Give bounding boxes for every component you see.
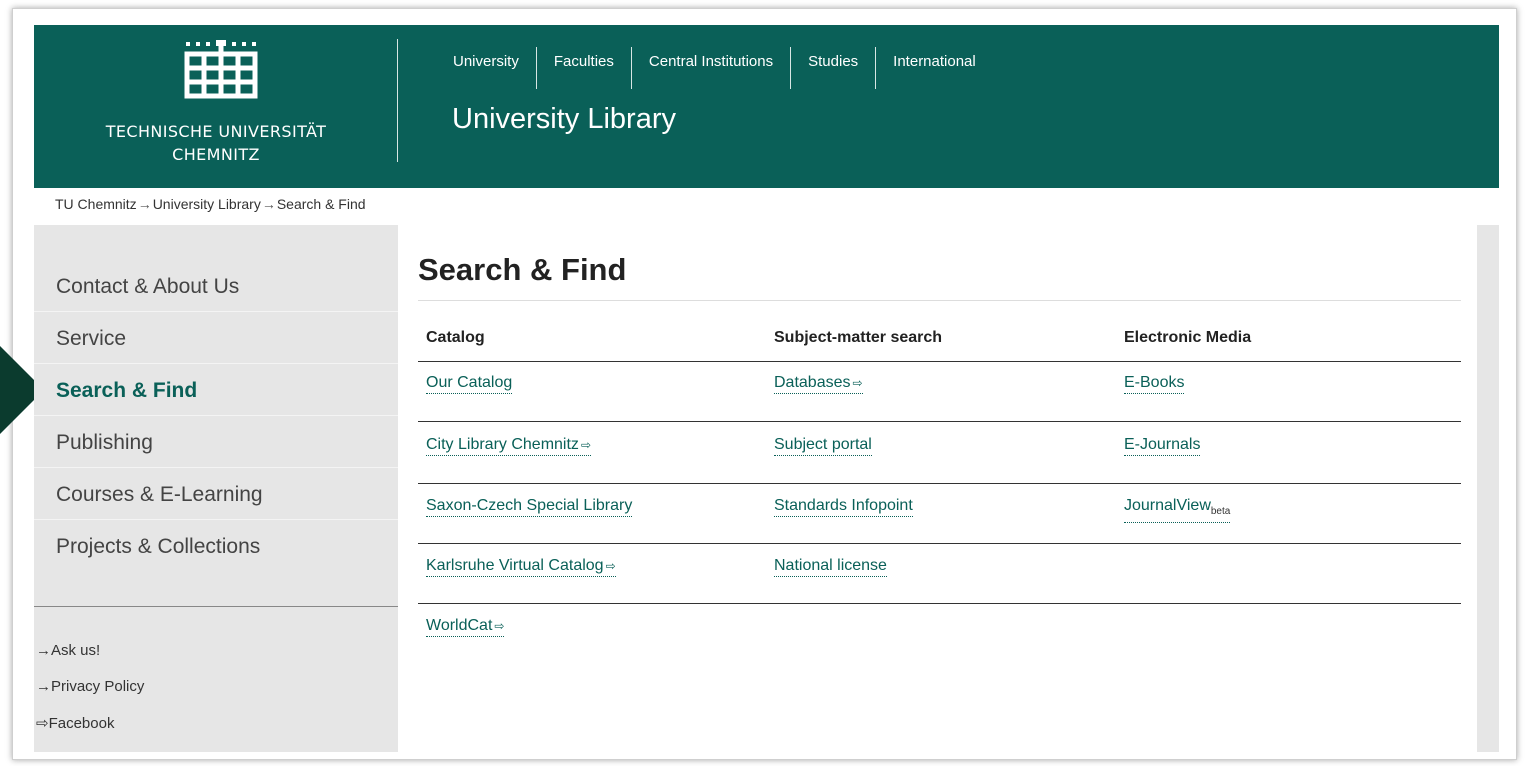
site-header: TECHNISCHE UNIVERSITÄT CHEMNITZ Universi…: [34, 25, 1499, 188]
breadcrumb: TU Chemnitz→University Library→Search & …: [55, 196, 366, 212]
link-label: Karlsruhe Virtual Catalog: [426, 557, 604, 574]
link-label: Saxon-Czech Special Library: [426, 497, 633, 514]
link-karlsruhe-virtual-catalog[interactable]: Karlsruhe Virtual Catalog ⇨: [426, 556, 616, 577]
link-label: JournalView: [1124, 497, 1211, 514]
link-worldcat[interactable]: WorldCat ⇨: [426, 616, 505, 637]
facebook-label: Facebook: [48, 715, 115, 732]
ask-us-link[interactable]: →Ask us!: [36, 642, 100, 659]
privacy-policy-label: Privacy Policy: [51, 678, 145, 695]
university-name-line1: TECHNISCHE UNIVERSITÄT: [105, 122, 327, 141]
link-e-books[interactable]: E-Books: [1124, 373, 1185, 394]
link-our-catalog[interactable]: Our Catalog: [426, 373, 513, 394]
column-header-subject-search: Subject-matter search: [774, 329, 943, 346]
site-title[interactable]: University Library: [452, 103, 676, 136]
link-label: E-Books: [1124, 374, 1185, 391]
arrow-right-icon: →: [36, 642, 51, 659]
sidebar-item-search-find[interactable]: Search & Find: [34, 365, 398, 416]
link-city-library-chemnitz[interactable]: City Library Chemnitz ⇨: [426, 435, 591, 456]
university-name: TECHNISCHE UNIVERSITÄT CHEMNITZ: [34, 120, 398, 166]
page-title: Search & Find: [418, 252, 627, 287]
external-link-icon: ⇨: [36, 715, 49, 732]
breadcrumb-tu-chemnitz[interactable]: TU Chemnitz: [55, 196, 137, 212]
nav-studies[interactable]: Studies: [791, 47, 877, 89]
nav-international[interactable]: International: [876, 47, 993, 89]
link-national-license[interactable]: National license: [774, 556, 887, 577]
breadcrumb-current: Search & Find: [276, 196, 366, 212]
link-label: City Library Chemnitz: [426, 436, 579, 453]
column-header-catalog: Catalog: [426, 329, 485, 346]
link-label: Subject portal: [774, 436, 872, 453]
scrollbar-track[interactable]: [1477, 225, 1499, 752]
sidebar-divider: [34, 606, 398, 607]
breadcrumb-separator: →: [137, 196, 152, 212]
link-e-journals[interactable]: E-Journals: [1124, 435, 1201, 456]
ask-us-label: Ask us!: [51, 642, 101, 659]
header-divider: [397, 39, 398, 162]
table-row-rule: [418, 543, 1461, 544]
nav-central-institutions[interactable]: Central Institutions: [632, 47, 792, 89]
tu-chemnitz-logo-icon: [184, 40, 258, 99]
nav-university[interactable]: University: [439, 47, 537, 89]
beta-badge: beta: [1210, 506, 1231, 518]
link-journalview[interactable]: JournalViewbeta: [1124, 496, 1231, 524]
table-row-rule: [418, 603, 1461, 604]
facebook-link[interactable]: ⇨Facebook: [36, 714, 114, 732]
table-row-rule: [418, 483, 1461, 484]
privacy-policy-link[interactable]: →Privacy Policy: [36, 678, 144, 695]
table-row-rule: [418, 421, 1461, 422]
link-label: WorldCat: [426, 617, 493, 634]
link-label: Our Catalog: [426, 374, 513, 391]
external-link-icon: ⇨: [605, 559, 616, 573]
link-saxon-czech-library[interactable]: Saxon-Czech Special Library: [426, 496, 633, 517]
external-link-icon: ⇨: [580, 438, 591, 452]
external-link-icon: ⇨: [852, 376, 863, 390]
link-standards-infopoint[interactable]: Standards Infopoint: [774, 496, 913, 517]
link-label: Databases: [774, 374, 851, 391]
sidebar-item-service[interactable]: Service: [34, 313, 398, 364]
nav-faculties[interactable]: Faculties: [537, 47, 632, 89]
sidebar-item-courses[interactable]: Courses & E-Learning: [34, 469, 398, 520]
breadcrumb-separator: →: [261, 196, 276, 212]
link-label: Standards Infopoint: [774, 497, 913, 514]
column-header-electronic-media: Electronic Media: [1124, 329, 1252, 346]
top-navigation: University Faculties Central Institution…: [439, 47, 993, 89]
link-databases[interactable]: Databases ⇨: [774, 373, 863, 394]
external-link-icon: ⇨: [494, 619, 505, 633]
link-subject-portal[interactable]: Subject portal: [774, 435, 872, 456]
university-name-line2: CHEMNITZ: [172, 145, 260, 164]
link-label: National license: [774, 557, 887, 574]
sidebar-item-publishing[interactable]: Publishing: [34, 417, 398, 468]
arrow-right-icon: →: [36, 678, 51, 695]
link-label: E-Journals: [1124, 436, 1201, 453]
sidebar-item-contact[interactable]: Contact & About Us: [34, 261, 398, 312]
sidebar: Contact & About Us Service Search & Find…: [34, 225, 398, 752]
university-logo[interactable]: TECHNISCHE UNIVERSITÄT CHEMNITZ: [34, 25, 398, 188]
title-divider: [418, 300, 1461, 301]
sidebar-item-projects[interactable]: Projects & Collections: [34, 521, 398, 572]
table-header-rule: [418, 361, 1461, 362]
breadcrumb-university-library[interactable]: University Library: [153, 196, 261, 212]
